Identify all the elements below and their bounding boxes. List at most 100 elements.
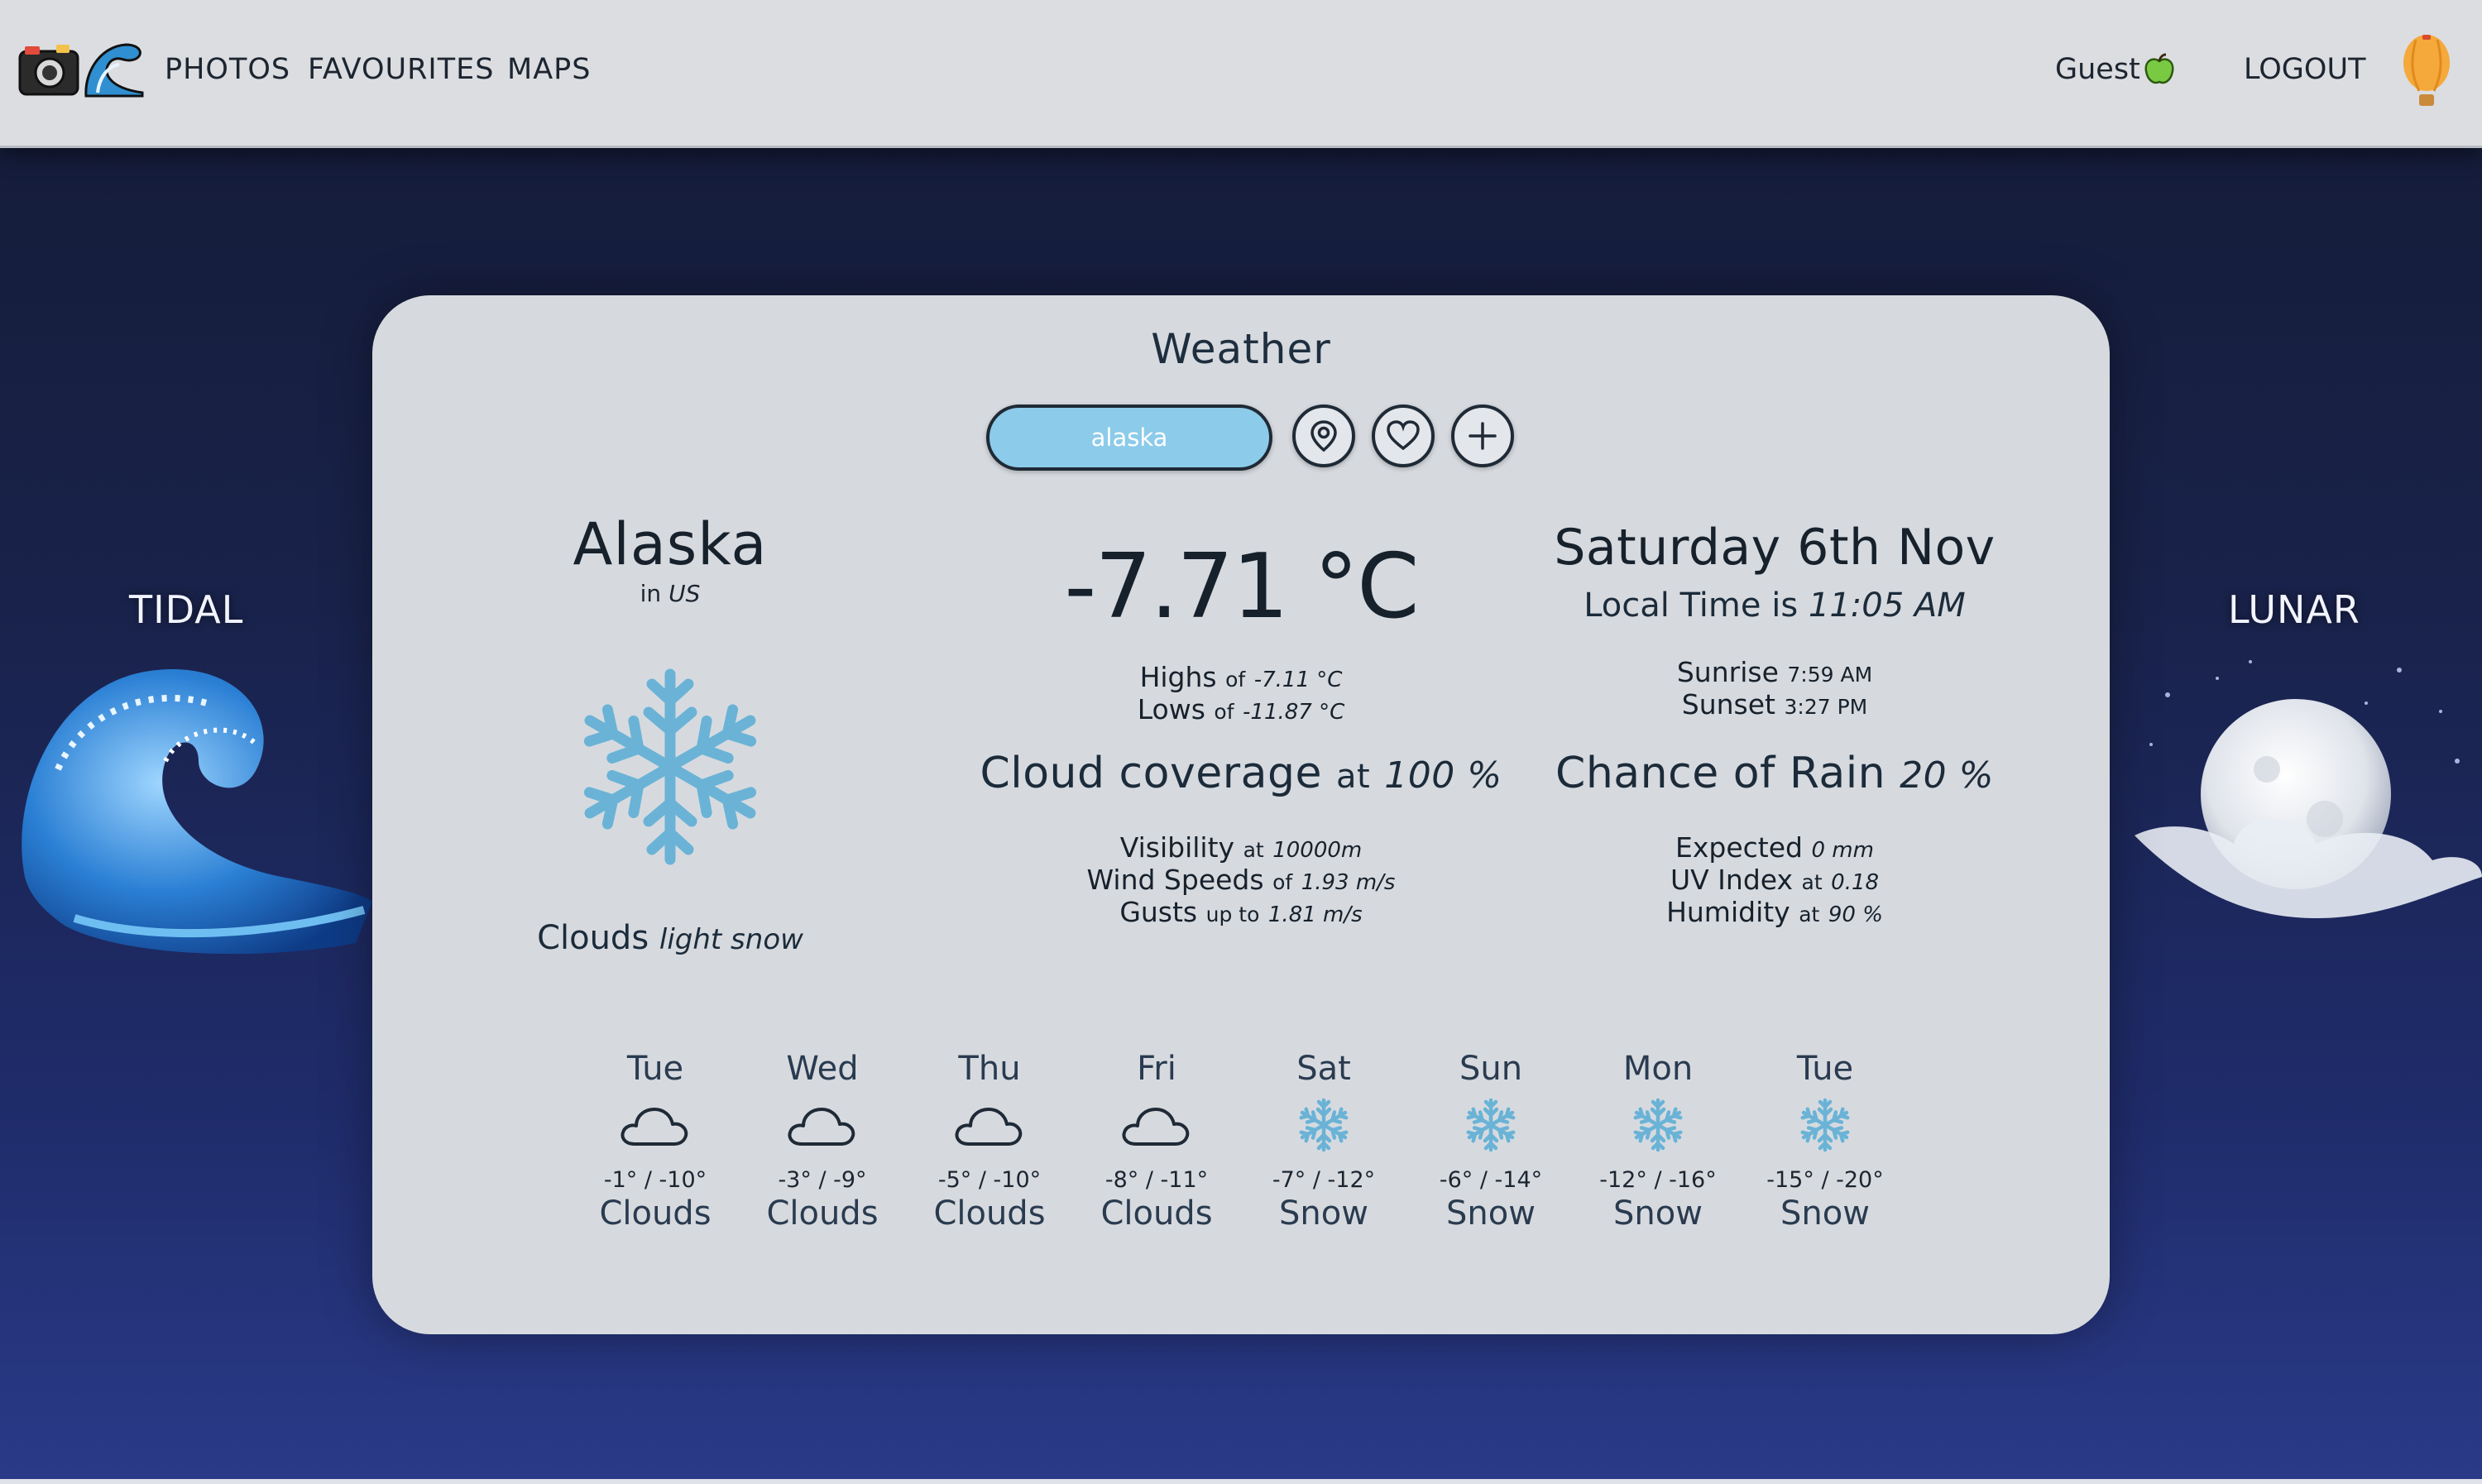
condition-detail: light snow — [659, 923, 803, 956]
forecast-condition: Snow — [1613, 1194, 1703, 1233]
favourite-button[interactable] — [1372, 405, 1435, 467]
highs-of: of — [1225, 668, 1246, 692]
weather-title: Weather — [1151, 325, 1331, 373]
cloud-icon — [1122, 1108, 1190, 1146]
forecast-condition: Snow — [1780, 1194, 1870, 1233]
condition-main: Clouds — [537, 919, 649, 957]
snowflake-icon — [571, 668, 769, 866]
condition-text: Clouds light snow — [505, 919, 836, 957]
forecast-condition: Clouds — [766, 1194, 879, 1233]
forecast-condition: Clouds — [599, 1194, 712, 1233]
forecast-day: Wed -3° / -9° Clouds — [748, 1050, 897, 1233]
lows-line: Lows of -11.87 °C — [951, 695, 1531, 727]
tidal-wave-icon[interactable] — [8, 645, 372, 976]
date-block: Saturday 6th Nov Local Time is 11:05 AM — [1531, 519, 2019, 625]
app-logo-icon[interactable] — [18, 38, 146, 99]
top-nav: PHOTOS FAVOURITES MAPS Guest LOGOUT — [0, 0, 2482, 148]
gusts-label: Gusts — [1119, 896, 1198, 928]
sunset-value: 3:27 PM — [1784, 695, 1868, 719]
add-button[interactable] — [1451, 405, 1514, 467]
snowflake-icon — [1633, 1098, 1683, 1152]
high-low-block: Highs of -7.11 °C Lows of -11.87 °C — [951, 663, 1531, 727]
forecast-temp: -8° / -11° — [1104, 1167, 1209, 1193]
gusts-value: 1.81 m/s — [1267, 902, 1363, 927]
city-name: Alaska — [573, 510, 768, 578]
visibility-label: Visibility — [1119, 831, 1235, 864]
gusts-up-to: up to — [1205, 902, 1260, 926]
lunar-label[interactable]: LUNAR — [2228, 587, 2360, 632]
forecast-temp: -3° / -9° — [778, 1167, 867, 1193]
snowflake-icon — [1466, 1098, 1516, 1152]
page-bottom-bar — [0, 1479, 2482, 1484]
uv-line: UV Index at 0.18 — [1531, 865, 2019, 898]
forecast-day-name: Thu — [958, 1050, 1021, 1088]
forecast-day-name: Fri — [1137, 1050, 1176, 1088]
snowflake-icon — [1299, 1098, 1349, 1152]
forecast-temp: -12° / -16° — [1599, 1167, 1717, 1193]
expected-value: 0 mm — [1811, 838, 1874, 863]
location-button[interactable] — [1292, 405, 1355, 467]
highs-label: Highs — [1139, 661, 1217, 693]
avatar-balloon-icon[interactable] — [2399, 33, 2454, 112]
forecast-day: Tue -15° / -20° Snow — [1751, 1050, 1900, 1233]
logout-link[interactable]: LOGOUT — [2244, 53, 2365, 86]
wind-label: Wind Speeds — [1086, 864, 1264, 896]
forecast-day: Sat -7° / -12° Snow — [1249, 1050, 1398, 1233]
forecast-day-name: Mon — [1622, 1050, 1694, 1088]
local-time-label: Local Time is — [1584, 586, 1799, 625]
forecast-day: Thu -5° / -10° Clouds — [915, 1050, 1064, 1233]
temperature-block: -7.71 °C — [951, 535, 1531, 639]
weather-card: Weather Alaska in US — [372, 295, 2110, 1334]
country-code: US — [668, 580, 701, 607]
forecast-temp: -15° / -20° — [1766, 1167, 1884, 1193]
forecast-temp: -5° / -10° — [937, 1167, 1042, 1193]
current-date: Saturday 6th Nov — [1554, 519, 1996, 577]
gusts-line: Gusts up to 1.81 m/s — [951, 898, 1531, 930]
cloud-icon — [788, 1108, 855, 1146]
forecast-day-name: Sun — [1459, 1050, 1523, 1088]
country-in-label: in — [640, 580, 662, 607]
wind-of: of — [1272, 870, 1293, 894]
visibility-line: Visibility at 10000m — [951, 833, 1531, 865]
forecast-temp: -7° / -12° — [1272, 1167, 1376, 1193]
cloud-coverage-label: Cloud coverage — [980, 749, 1322, 798]
forecast-temp: -1° / -10° — [603, 1167, 707, 1193]
forecast-temp: -6° / -14° — [1439, 1167, 1543, 1193]
lunar-moon-icon[interactable] — [2118, 645, 2482, 976]
forecast-day: Fri -8° / -11° Clouds — [1082, 1050, 1231, 1233]
plus-icon — [1469, 422, 1497, 450]
highs-value: -7.11 °C — [1253, 668, 1343, 692]
nav-link-favourites[interactable]: FAVOURITES — [308, 53, 494, 86]
user-name: Guest — [2055, 53, 2140, 86]
sunset-line: Sunset 3:27 PM — [1531, 690, 2019, 722]
cloud-coverage-value: 100 % — [1384, 754, 1502, 797]
lows-label: Lows — [1137, 693, 1205, 725]
tidal-label[interactable]: TIDAL — [129, 587, 243, 632]
local-time-value: 11:05 AM — [1808, 586, 1966, 625]
location-pin-icon — [1310, 420, 1337, 452]
uv-at: at — [1801, 870, 1823, 894]
cloud-coverage: Cloud coverage at 100 % — [869, 749, 1613, 798]
highs-line: Highs of -7.11 °C — [951, 663, 1531, 695]
forecast-day: Sun -6° / -14° Snow — [1416, 1050, 1565, 1233]
humidity-value: 90 % — [1828, 902, 1883, 927]
city-search-input[interactable] — [986, 405, 1272, 471]
forecast-condition: Snow — [1446, 1194, 1536, 1233]
nav-link-photos[interactable]: PHOTOS — [165, 53, 290, 86]
lows-of: of — [1214, 700, 1234, 724]
humidity-at: at — [1799, 902, 1820, 926]
forecast-day: Tue -1° / -10° Clouds — [581, 1050, 730, 1233]
location-block: Alaska in US — [505, 510, 836, 607]
visibility-value: 10000m — [1272, 838, 1363, 863]
expected-line: Expected 0 mm — [1531, 833, 2019, 865]
sunset-label: Sunset — [1681, 688, 1775, 720]
sunrise-label: Sunrise — [1676, 656, 1779, 688]
snowflake-icon — [1800, 1098, 1850, 1152]
precip-block: Expected 0 mm UV Index at 0.18 Humidity … — [1531, 833, 2019, 930]
country-line: in US — [505, 580, 836, 607]
lows-value: -11.87 °C — [1243, 700, 1345, 725]
forecast-day-name: Tue — [1796, 1050, 1854, 1088]
forecast-day-name: Tue — [626, 1050, 684, 1088]
local-time-line: Local Time is 11:05 AM — [1531, 586, 2019, 625]
nav-link-maps[interactable]: MAPS — [507, 53, 591, 86]
